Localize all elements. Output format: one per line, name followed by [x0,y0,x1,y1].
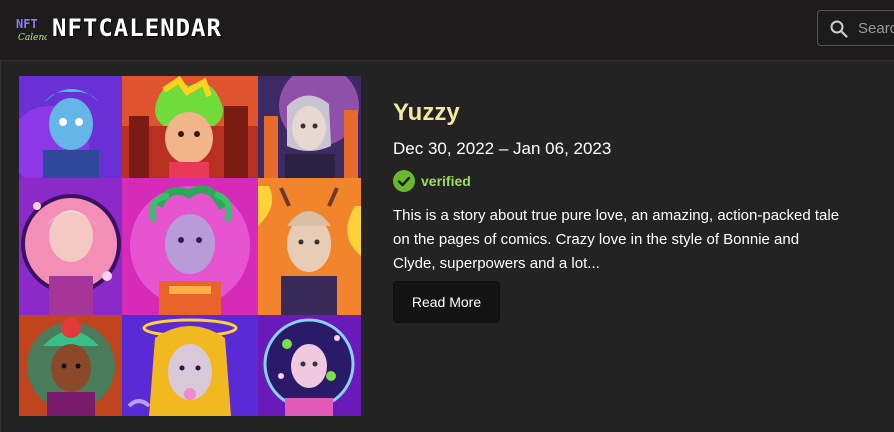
search-box[interactable] [817,10,894,46]
search-input[interactable] [858,11,894,45]
brand-name[interactable]: NFTCALENDAR [52,14,222,42]
art-tile-1 [19,76,122,186]
art-tile-2 [122,76,258,178]
check-circle-icon [393,170,415,192]
search-icon [830,20,848,38]
verified-label: verified [421,173,471,189]
nft-calendar-logo[interactable]: NFT Calendar [13,13,47,45]
collection-description: This is a story about true pure love, an… [393,207,840,272]
art-tile-9 [258,315,361,416]
art-tile-8 [122,315,258,416]
collection-title[interactable]: Yuzzy [393,99,460,127]
collection-artwork[interactable] [19,76,361,416]
artwork-grid [19,76,361,416]
event-dates: Dec 30, 2022 – Jan 06, 2023 [393,139,612,158]
art-tile-3 [258,76,361,178]
art-tile-6 [258,178,361,315]
read-more-button[interactable]: Read More [393,281,500,323]
art-tile-4 [19,178,122,315]
art-tile-7 [19,315,122,416]
svg-text:NFT: NFT [16,17,38,31]
logo-badge-graphic: NFT Calendar [13,13,47,45]
art-tile-5 [122,178,258,315]
top-navigation-bar: NFT Calendar NFTCALENDAR [0,0,894,61]
svg-text:Calendar: Calendar [18,33,47,43]
